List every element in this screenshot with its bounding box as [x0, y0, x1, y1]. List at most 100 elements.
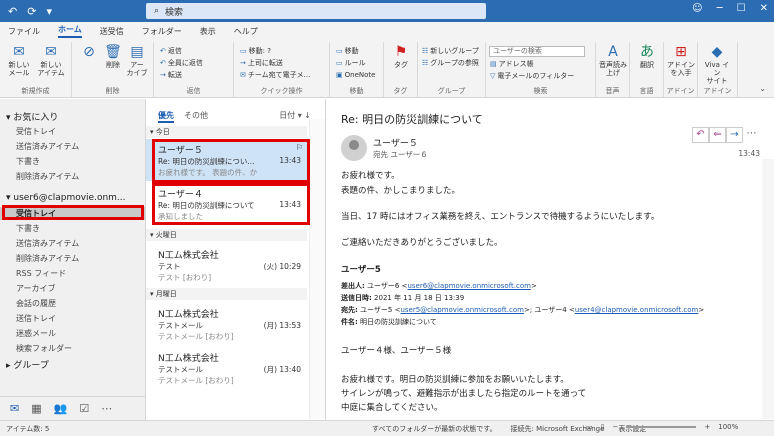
dropdown-icon[interactable]: ▾: [46, 5, 52, 18]
reading-view-icon[interactable]: ▯: [601, 423, 605, 431]
folder-sent[interactable]: 送信済みアイテム: [16, 238, 79, 249]
folder-rss[interactable]: RSS フィード: [16, 268, 66, 279]
sort-dropdown[interactable]: 日付 ▾ ↓: [279, 110, 311, 121]
new-items-button[interactable]: ✉ 新しい アイテム: [36, 44, 66, 77]
more-icon[interactable]: ⋯: [101, 402, 112, 415]
close-icon[interactable]: ✕: [760, 3, 768, 14]
folder-junk[interactable]: 迷惑メール: [16, 328, 56, 339]
forward-icon: →: [160, 71, 166, 79]
expand-icon: ▸: [6, 361, 11, 371]
zoom-in-icon[interactable]: +: [704, 423, 710, 431]
fav-inbox[interactable]: 受信トレイ: [16, 126, 56, 137]
tab-folder[interactable]: フォルダー: [142, 26, 182, 37]
undo-icon[interactable]: ↶: [8, 5, 17, 18]
reply-all-button[interactable]: ⇐: [709, 127, 726, 143]
message-subject: Re: 明日の防災訓練について: [341, 113, 483, 126]
ribbon-group-groups: ☷ 新しいグループ ☷ グループの参照 グループ: [418, 42, 486, 97]
normal-view-icon[interactable]: ▭: [586, 423, 593, 431]
maximize-icon[interactable]: ☐: [737, 3, 746, 14]
list-item[interactable]: N工ム株式会社 テスト テスト [おわり] (火) 10:29: [146, 244, 307, 284]
email-link[interactable]: user4@clapmovie.onmicrosoft.com: [575, 306, 699, 314]
quick-to-manager[interactable]: → 上司に転送: [240, 58, 283, 68]
ribbon-group-delete: ⊘ 🗑 削除 ▤ アー カイブ 削除: [72, 42, 154, 97]
ribbon: ✉ 新しい メール ✉ 新しい アイテム 新規作成 ⊘ 🗑 削除 ▤ アー カイブ 削除 ↶ 返…: [0, 40, 774, 98]
calendar-icon[interactable]: ▦: [31, 402, 41, 415]
onenote-button[interactable]: ▣ OneNote: [336, 70, 375, 80]
ribbon-group-language: あ翻訳 言語: [630, 42, 664, 97]
quick-move-to[interactable]: ▭ 移動: ?: [240, 46, 271, 56]
search-box[interactable]: ⌕ 検索: [146, 3, 486, 19]
favorites-header[interactable]: ▾ お気に入り: [6, 110, 58, 123]
filter-email-button[interactable]: ▽ 電子メールのフィルター: [490, 71, 574, 81]
archive-button[interactable]: ▤ アー カイブ: [122, 44, 152, 77]
email-link[interactable]: user6@clapmovie.onmicrosoft.com: [407, 282, 531, 290]
reply-button[interactable]: ↶ 返信: [160, 46, 182, 56]
folder-archive[interactable]: アーカイブ: [16, 283, 56, 294]
ribbon-group-move: ▭ 移動 ▭ ルール ▣ OneNote 移動: [330, 42, 384, 97]
avatar[interactable]: [341, 135, 367, 161]
tab-focused[interactable]: 優先: [158, 110, 174, 123]
tab-home[interactable]: ホーム: [58, 24, 82, 38]
list-item[interactable]: N工ム株式会社 テストメール テストメール [おわり] (月) 13:53: [146, 303, 307, 343]
new-mail-button[interactable]: ✉ 新しい メール: [4, 44, 34, 77]
tab-other[interactable]: その他: [184, 110, 208, 123]
forward-button[interactable]: →: [726, 127, 743, 143]
reply-all-button[interactable]: ↶ 全員に返信: [160, 58, 203, 68]
collapse-ribbon-icon[interactable]: ⌄: [759, 84, 766, 93]
get-addins-button[interactable]: ⊞ アドイン を入手: [666, 44, 696, 77]
new-group-button[interactable]: ☷ 新しいグループ: [422, 46, 479, 56]
account-header[interactable]: ▾ user6@clapmovie.onm...: [6, 193, 126, 203]
read-aloud-button[interactable]: A 音声読み上げ: [598, 44, 628, 77]
folder-deleted[interactable]: 削除済みアイテム: [16, 253, 79, 264]
tab-send-receive[interactable]: 送受信: [100, 26, 124, 37]
folder-search[interactable]: 検索フォルダー: [16, 343, 72, 354]
tab-file[interactable]: ファイル: [8, 26, 40, 37]
more-actions-button[interactable]: ⋯: [743, 127, 760, 143]
minimize-icon[interactable]: ─: [717, 3, 723, 14]
rules-button[interactable]: ▭ ルール: [336, 58, 366, 68]
list-item[interactable]: N工ム株式会社 テストメール テストメール [おわり] (月) 13:40: [146, 347, 307, 387]
reply-all-icon: ↶: [160, 59, 166, 67]
tab-help[interactable]: ヘルプ: [234, 26, 258, 37]
refresh-icon[interactable]: ⟳: [27, 5, 36, 18]
zoom-slider[interactable]: [626, 426, 697, 428]
fav-deleted[interactable]: 削除済みアイテム: [16, 171, 79, 182]
viva-insights-button[interactable]: ◆ Viva イン サイト: [702, 44, 732, 85]
address-book-button[interactable]: ▤ アドレス帳: [490, 59, 534, 69]
sender-name[interactable]: ユーザー５: [373, 136, 418, 149]
quick-team-email[interactable]: ✉ チーム宛て電子メ...: [240, 70, 310, 80]
folder-outbox[interactable]: 送信トレイ: [16, 313, 56, 324]
flag-icon: ⚑: [394, 44, 408, 60]
browse-groups-button[interactable]: ☷ グループの参照: [422, 58, 479, 68]
list-scrollbar[interactable]: [309, 119, 325, 419]
zoom-level: 100%: [718, 423, 739, 431]
reading-scrollbar[interactable]: [762, 159, 774, 419]
translate-button[interactable]: あ翻訳: [632, 44, 662, 69]
mail-icon[interactable]: ✉: [10, 402, 19, 415]
group-header-today[interactable]: ▾ 今日: [146, 126, 307, 138]
fav-drafts[interactable]: 下書き: [16, 156, 40, 167]
read-aloud-icon: A: [608, 44, 618, 60]
folder-conversation-history[interactable]: 会話の履歴: [16, 298, 56, 309]
group-header-monday[interactable]: ▾ 月曜日: [146, 288, 307, 300]
folder-drafts[interactable]: 下書き: [16, 223, 40, 234]
feedback-icon[interactable]: ☺: [692, 3, 702, 14]
groups-header[interactable]: ▸ グループ: [6, 358, 49, 371]
mail-icon: ✉: [13, 44, 25, 60]
people-icon[interactable]: 👥: [54, 402, 68, 415]
onenote-icon: ▣: [336, 71, 343, 79]
email-link[interactable]: user5@clapmovie.onmicrosoft.com: [400, 306, 524, 314]
search-people-input[interactable]: ユーザーの検索: [489, 46, 585, 57]
ribbon-group-tags: ⚑ タグ タグ: [384, 42, 418, 97]
forward-button[interactable]: → 転送: [160, 70, 182, 80]
tab-view[interactable]: 表示: [200, 26, 216, 37]
zoom-out-icon[interactable]: −: [612, 423, 618, 431]
group-header-tuesday[interactable]: ▾ 火曜日: [146, 229, 307, 241]
fav-sent[interactable]: 送信済みアイテム: [16, 141, 79, 152]
status-bar: アイテム数: 5 すべてのフォルダーが最新の状態です。 接続先: Microso…: [0, 420, 774, 436]
tasks-icon[interactable]: ☑: [79, 402, 89, 415]
reply-button[interactable]: ↶: [692, 127, 709, 143]
search-icon: ⌕: [154, 6, 160, 16]
move-button[interactable]: ▭ 移動: [336, 46, 359, 56]
tags-button[interactable]: ⚑ タグ: [386, 44, 416, 69]
